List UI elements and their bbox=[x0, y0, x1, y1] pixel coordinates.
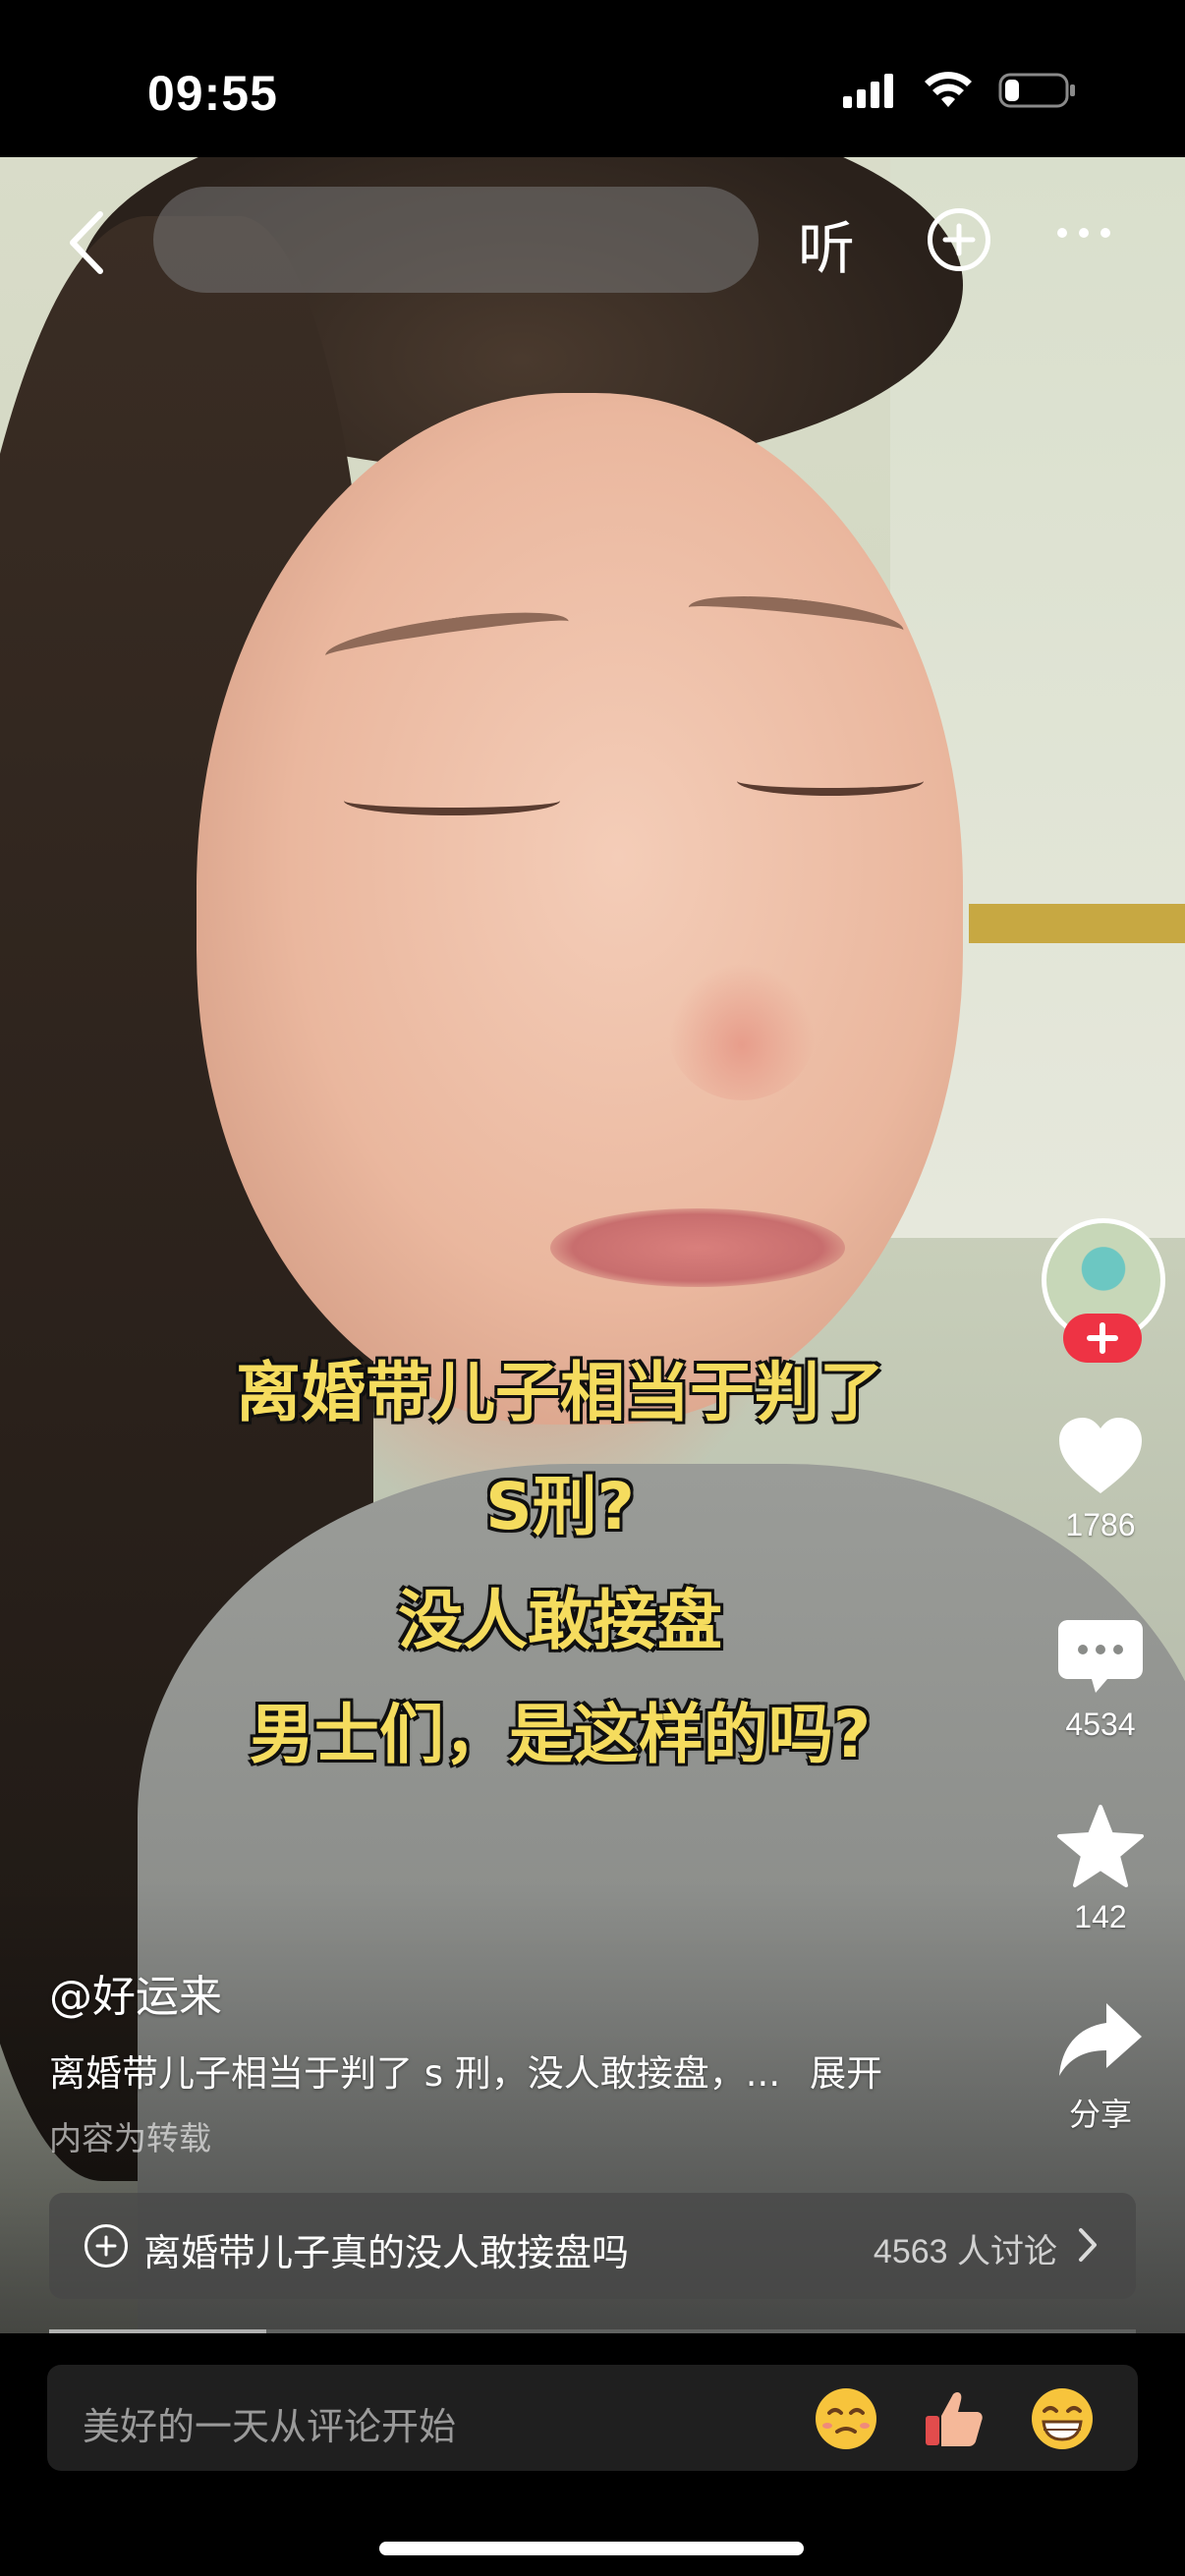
battery-icon bbox=[998, 73, 1075, 108]
wifi-icon bbox=[925, 72, 972, 107]
lips bbox=[550, 1208, 845, 1287]
nose bbox=[668, 963, 816, 1100]
follow-plus-icon[interactable] bbox=[1061, 1312, 1144, 1365]
heart-icon bbox=[1059, 1418, 1142, 1493]
wall-trim bbox=[969, 904, 1185, 943]
caption-line: 离婚带儿子相当于判了 bbox=[236, 1355, 884, 1430]
more-icon bbox=[1057, 228, 1067, 238]
add-button[interactable] bbox=[928, 208, 990, 271]
video-caption: 离婚带儿子相当于判了 S刑? 没人敢接盘 男士们，是这样的吗? bbox=[0, 1336, 1120, 1792]
expand-link[interactable]: 展开 bbox=[810, 2052, 882, 2095]
comment-button[interactable]: 4534 bbox=[1022, 1616, 1179, 1743]
repost-note: 内容为转载 bbox=[49, 2119, 211, 2157]
chevron-right-icon bbox=[1079, 2228, 1097, 2262]
bottom-bar: 美好的一天从评论开始 bbox=[0, 2333, 1185, 2576]
comment-placeholder: 美好的一天从评论开始 bbox=[83, 2405, 457, 2448]
emoji-pleading-icon bbox=[816, 2388, 876, 2449]
share-icon bbox=[1059, 2003, 1142, 2076]
eye bbox=[737, 766, 924, 796]
status-icons bbox=[843, 71, 1077, 110]
plus-icon bbox=[942, 223, 976, 256]
back-icon bbox=[70, 211, 103, 274]
more-icon-dot bbox=[1079, 228, 1089, 238]
favorite-count: 142 bbox=[1074, 1899, 1127, 1934]
emoji-pleading-button[interactable] bbox=[814, 2386, 878, 2451]
topic-title: 离婚带儿子真的没人敢接盘吗 bbox=[143, 2231, 630, 2274]
caption-line: 男士们，是这样的吗? bbox=[249, 1697, 872, 1772]
description-text: 离婚带儿子相当于判了 s 刑，没人敢接盘，... bbox=[49, 2052, 781, 2095]
caption-line: 没人敢接盘 bbox=[398, 1583, 722, 1658]
cellular-signal-icon bbox=[843, 74, 893, 108]
emoji-grin-icon bbox=[1032, 2388, 1093, 2449]
emoji-thumbs-up-icon bbox=[926, 2392, 983, 2446]
eye bbox=[344, 786, 560, 815]
topic-discussion-count: 4563 人讨论 bbox=[873, 2233, 1057, 2270]
like-count: 1786 bbox=[1065, 1507, 1136, 1542]
share-button[interactable]: 分享 bbox=[1022, 1999, 1179, 2135]
share-label: 分享 bbox=[1068, 2097, 1132, 2132]
emoji-grin-button[interactable] bbox=[1030, 2386, 1095, 2451]
home-indicator[interactable] bbox=[379, 2542, 804, 2555]
topic-plus-icon bbox=[85, 2224, 128, 2268]
emoji-thumbs-up-button[interactable] bbox=[922, 2386, 987, 2451]
plus-icon bbox=[95, 2235, 117, 2257]
search-input[interactable] bbox=[153, 187, 759, 293]
star-icon bbox=[1057, 1805, 1144, 1887]
back-button[interactable] bbox=[57, 208, 116, 277]
listen-button[interactable]: 听 bbox=[798, 202, 855, 285]
status-time: 09:55 bbox=[147, 66, 278, 121]
author-name[interactable]: @好运来 bbox=[49, 1961, 222, 2024]
more-button[interactable] bbox=[1057, 228, 1110, 238]
favorite-button[interactable]: 142 bbox=[1022, 1803, 1179, 1935]
like-button[interactable]: 1786 bbox=[1022, 1415, 1179, 1543]
more-icon-dot bbox=[1100, 228, 1110, 238]
comment-icon bbox=[1058, 1620, 1143, 1693]
comment-count: 4534 bbox=[1065, 1707, 1136, 1742]
comment-input[interactable]: 美好的一天从评论开始 bbox=[47, 2365, 1138, 2471]
post-description: 离婚带儿子相当于判了 s 刑，没人敢接盘，... 展开 bbox=[49, 2044, 882, 2097]
caption-line: S刑? bbox=[485, 1469, 635, 1544]
status-bar: 09:55 bbox=[0, 0, 1185, 157]
top-nav: 听 bbox=[0, 187, 1185, 295]
topic-bar[interactable]: 离婚带儿子真的没人敢接盘吗 4563 人讨论 bbox=[49, 2193, 1136, 2299]
